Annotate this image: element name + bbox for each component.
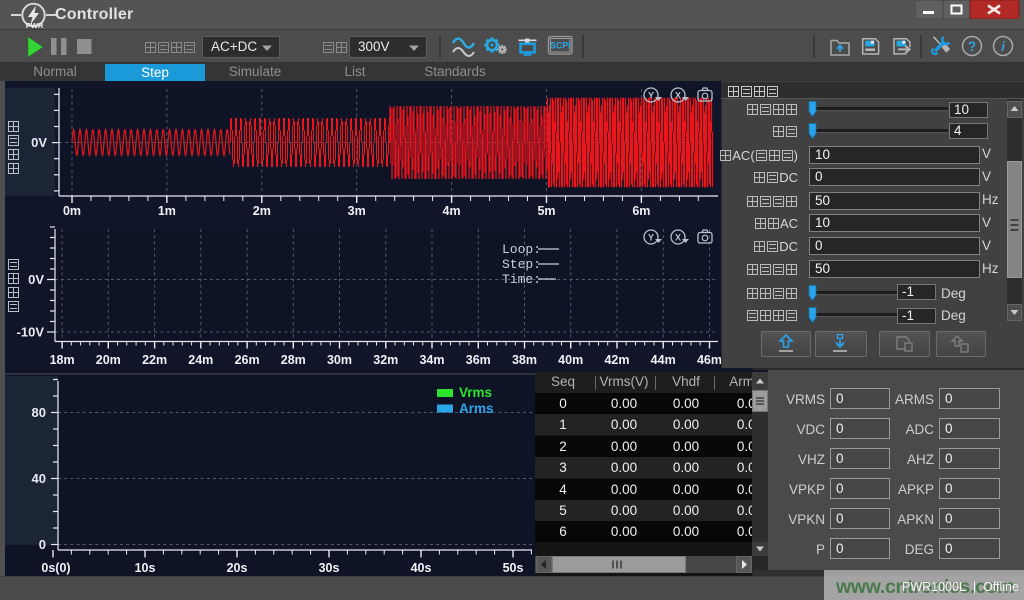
svg-text:5m: 5m <box>537 204 555 218</box>
svg-text:Loop:: Loop: <box>502 242 541 257</box>
svg-text:24m: 24m <box>188 353 213 367</box>
svg-text:44m: 44m <box>651 353 676 367</box>
svg-text:Y: Y <box>648 91 654 101</box>
svg-text:-10V: -10V <box>17 325 45 340</box>
svg-text:28m: 28m <box>281 353 306 367</box>
svg-text:20m: 20m <box>96 353 121 367</box>
svg-text:Step:: Step: <box>502 257 541 272</box>
svg-text:3m: 3m <box>348 204 366 218</box>
svg-text:50s: 50s <box>503 561 524 575</box>
svg-text:4m: 4m <box>443 204 461 218</box>
svg-text:46m: 46m <box>697 353 721 367</box>
svg-text:30s: 30s <box>319 561 340 575</box>
svg-text:0m: 0m <box>63 204 81 218</box>
svg-text:i: i <box>1001 39 1005 54</box>
svg-text:40m: 40m <box>558 353 583 367</box>
svg-text:SCPI: SCPI <box>550 41 571 51</box>
svg-text:0s(0): 0s(0) <box>41 561 70 575</box>
svg-text:10s: 10s <box>135 561 156 575</box>
svg-text:26m: 26m <box>235 353 260 367</box>
svg-text:40s: 40s <box>411 561 432 575</box>
svg-text:?: ? <box>968 39 976 54</box>
svg-text:Vrms: Vrms <box>459 385 492 400</box>
svg-text:42m: 42m <box>604 353 629 367</box>
svg-text:Arms: Arms <box>459 401 494 416</box>
svg-text:Y: Y <box>648 233 654 243</box>
svg-text:22m: 22m <box>142 353 167 367</box>
svg-text:80: 80 <box>32 405 46 420</box>
svg-text:X: X <box>675 91 681 101</box>
svg-text:40: 40 <box>32 471 46 486</box>
svg-text:2m: 2m <box>253 204 271 218</box>
svg-text:Time:: Time: <box>502 272 541 287</box>
svg-text:32m: 32m <box>373 353 398 367</box>
svg-text:6m: 6m <box>632 204 650 218</box>
svg-text:34m: 34m <box>419 353 444 367</box>
svg-text:20s: 20s <box>227 561 248 575</box>
svg-text:30m: 30m <box>327 353 352 367</box>
svg-text:X: X <box>675 233 681 243</box>
svg-text:1m: 1m <box>158 204 176 218</box>
svg-text:38m: 38m <box>512 353 537 367</box>
svg-text:18m: 18m <box>50 353 75 367</box>
svg-text:36m: 36m <box>466 353 491 367</box>
svg-text:0V: 0V <box>31 135 47 150</box>
svg-text:0: 0 <box>39 537 46 552</box>
svg-text:0V: 0V <box>28 272 44 287</box>
